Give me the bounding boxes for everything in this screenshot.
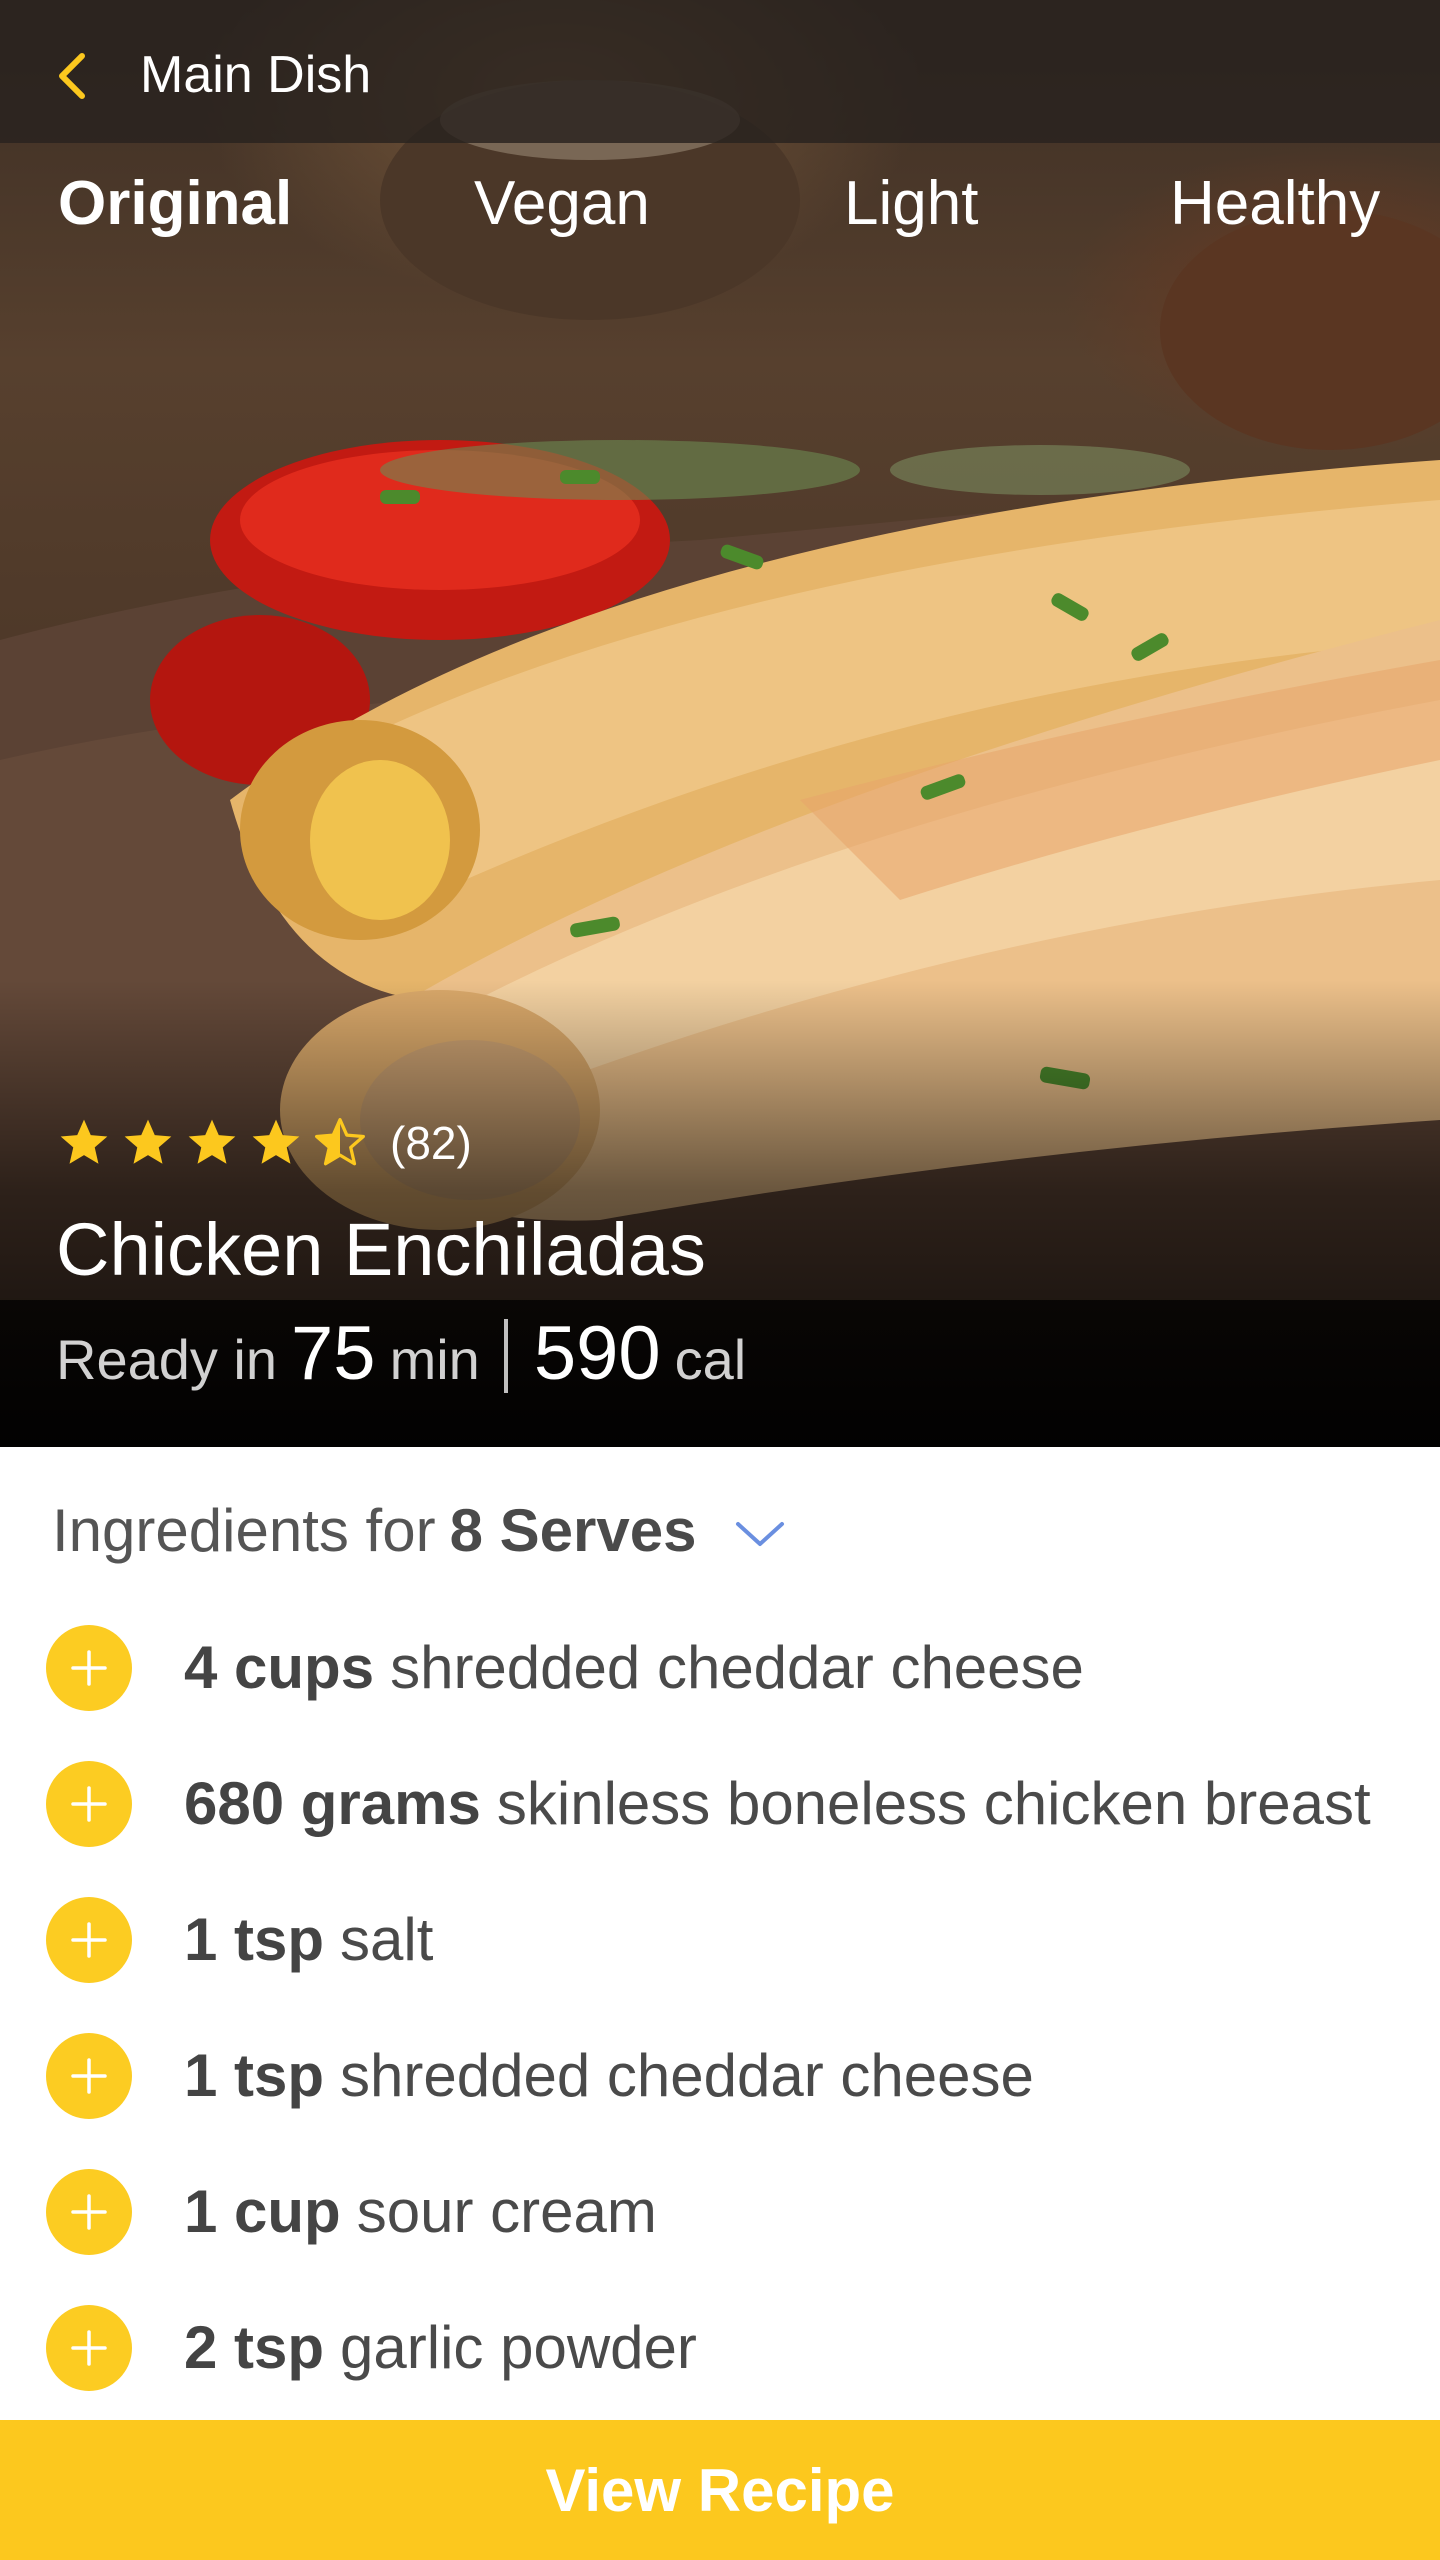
ingredient-name: garlic powder (340, 2314, 697, 2381)
rating-count: (82) (390, 1117, 472, 1169)
ingredients-label: Ingredients for (52, 1496, 436, 1564)
recipe-variant-tabs: Original Vegan Light Healthy (0, 150, 1440, 260)
category-title: Main Dish (140, 46, 372, 104)
recipe-hero-image: Main Dish Original Vegan Light Healthy (… (0, 0, 1440, 1447)
ingredient-item: 4 cups shredded cheddar cheese (0, 1600, 1440, 1736)
back-button[interactable] (40, 40, 110, 110)
ingredient-name: salt (340, 1906, 434, 1973)
ingredient-qty: 4 cups (184, 1634, 375, 1701)
calories-value: 590 (533, 1311, 661, 1396)
chevron-down-icon (736, 1522, 785, 1546)
ingredient-text: 1 tsp shredded cheddar cheese (184, 2040, 1034, 2112)
ingredient-list: 4 cups shredded cheddar cheese 680 grams s… (0, 1600, 1440, 2416)
ingredient-item: 1 tsp shredded cheddar cheese (0, 2008, 1440, 2144)
plus-icon (71, 2330, 107, 2366)
tab-light[interactable]: Light (844, 168, 978, 240)
chevron-left-icon (59, 53, 85, 99)
ingredient-qty: 1 cup (184, 2178, 341, 2245)
recipe-title: Chicken Enchiladas (56, 1208, 706, 1291)
serves-value: 8 Serves (449, 1496, 697, 1564)
tab-healthy[interactable]: Healthy (1170, 168, 1380, 240)
ingredient-item: 2 tsp garlic powder (0, 2280, 1440, 2416)
ingredient-qty: 1 tsp (184, 2042, 325, 2109)
tab-vegan[interactable]: Vegan (474, 168, 650, 240)
ingredient-qty: 1 tsp (184, 1906, 325, 1973)
time-unit: min (389, 1328, 480, 1391)
star-full-icon (124, 1119, 172, 1164)
ingredient-item: 1 tsp salt (0, 1872, 1440, 2008)
ingredient-qty: 680 grams (184, 1770, 481, 1837)
ingredient-name: skinless boneless chicken breast (496, 1770, 1371, 1837)
ready-in-label: Ready in (56, 1328, 278, 1391)
ingredient-text: 2 tsp garlic powder (184, 2312, 697, 2384)
rating: (82) (56, 1113, 472, 1173)
ingredient-text: 1 tsp salt (184, 1904, 433, 1976)
plus-icon (71, 1922, 107, 1958)
ingredient-item: 1 cup sour cream (0, 2144, 1440, 2280)
plus-icon (71, 2058, 107, 2094)
ingredient-qty: 2 tsp (184, 2314, 325, 2381)
add-ingredient-button[interactable] (46, 2033, 132, 2119)
ingredient-name: shredded cheddar cheese (390, 1634, 1084, 1701)
star-full-icon (188, 1119, 236, 1164)
plus-icon (71, 1786, 107, 1822)
top-bar: Main Dish (0, 0, 1440, 143)
star-half-icon (315, 1118, 365, 1166)
ingredient-item: 680 grams skinless boneless chicken breas… (0, 1736, 1440, 1872)
tab-original[interactable]: Original (58, 168, 292, 240)
ingredient-name: sour cream (356, 2178, 657, 2245)
ingredient-text: 680 grams skinless boneless chicken breas… (184, 1768, 1371, 1840)
ingredient-text: 4 cups shredded cheddar cheese (184, 1632, 1084, 1704)
add-ingredient-button[interactable] (46, 1625, 132, 1711)
plus-icon (71, 2194, 107, 2230)
serves-dropdown[interactable]: 8 Serves (436, 1496, 789, 1565)
star-full-icon (252, 1119, 300, 1164)
add-ingredient-button[interactable] (46, 1761, 132, 1847)
star-full-icon (60, 1119, 108, 1164)
add-ingredient-button[interactable] (46, 2305, 132, 2391)
meta-divider (503, 1319, 508, 1393)
ingredients-header: Ingredients for 8 Serves (52, 1490, 788, 1570)
ingredient-name: shredded cheddar cheese (340, 2042, 1034, 2109)
time-value: 75 (291, 1311, 376, 1396)
plus-icon (71, 1650, 107, 1686)
add-ingredient-button[interactable] (46, 1897, 132, 1983)
recipe-meta: Ready in 75 min 590 cal (56, 1310, 746, 1402)
add-ingredient-button[interactable] (46, 2169, 132, 2255)
view-recipe-button[interactable]: View Recipe (0, 2420, 1440, 2560)
ingredient-text: 1 cup sour cream (184, 2176, 657, 2248)
calories-unit: cal (674, 1328, 747, 1391)
